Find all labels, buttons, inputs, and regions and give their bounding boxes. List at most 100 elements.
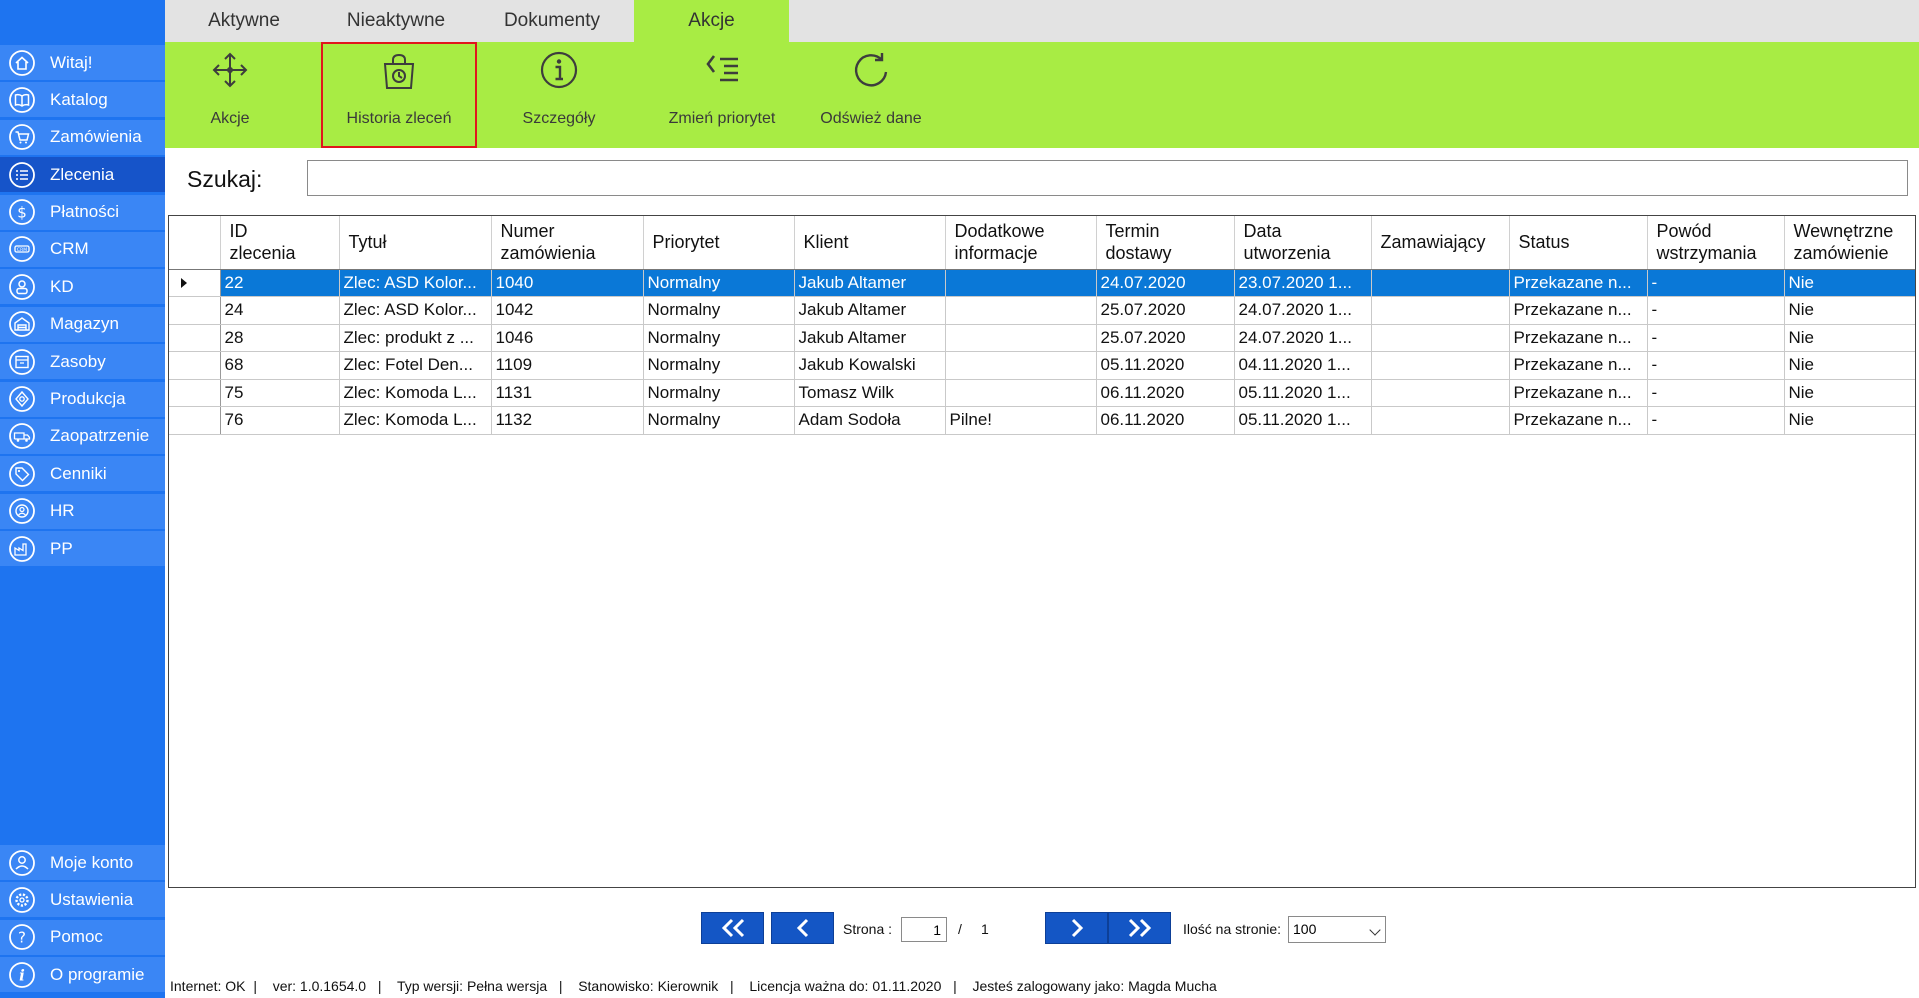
table-cell[interactable]: 68 [220,351,340,380]
table-cell[interactable]: 75 [220,379,340,407]
table-cell[interactable]: 25.07.2020 [1096,324,1235,352]
table-cell[interactable]: Zlec: ASD Kolor... [339,296,492,325]
table-cell[interactable] [1371,379,1510,407]
historia-zlecen-button[interactable]: Historia zleceń [321,42,477,148]
table-cell[interactable]: 06.11.2020 [1096,406,1235,435]
table-cell[interactable]: 24.07.2020 [1096,269,1235,297]
table-cell[interactable]: Normalny [643,351,795,380]
sidebar-item-witaj[interactable]: Witaj! [0,45,165,80]
sidebar-item-ustawienia[interactable]: Ustawienia [0,882,165,918]
row-header[interactable] [169,351,221,380]
table-cell[interactable]: Tomasz Wilk [794,379,946,407]
table-cell[interactable]: 22 [220,269,340,297]
sidebar-item-pp[interactable]: PP [0,531,165,567]
sidebar-item-crm[interactable]: CRM CRM [0,231,165,267]
table-cell[interactable]: 76 [220,406,340,435]
column-header[interactable]: Dodatkowe informacje [945,216,1097,270]
table-cell[interactable] [945,351,1097,380]
table-cell[interactable]: - [1647,324,1785,352]
sidebar-item-o-programie[interactable]: i O programie [0,957,165,993]
table-cell[interactable] [1371,296,1510,325]
column-header[interactable]: ID zlecenia [220,216,340,270]
table-cell[interactable]: Nie [1784,269,1915,297]
table-cell[interactable]: Przekazane n... [1509,296,1648,325]
table-cell[interactable]: 24.07.2020 1... [1234,296,1372,325]
table-cell[interactable]: Jakub Altamer [794,269,946,297]
table-cell[interactable] [945,269,1097,297]
column-header[interactable]: Powód wstrzymania [1647,216,1785,270]
table-cell[interactable]: Normalny [643,296,795,325]
table-cell[interactable]: - [1647,406,1785,435]
row-header[interactable] [169,296,221,325]
table-cell[interactable]: 23.07.2020 1... [1234,269,1372,297]
table-cell[interactable]: Nie [1784,324,1915,352]
column-header[interactable]: Zamawiający [1371,216,1510,270]
column-header[interactable]: Tytuł [339,216,492,270]
sidebar-item-produkcja[interactable]: Produkcja [0,381,165,417]
table-cell[interactable]: Przekazane n... [1509,324,1648,352]
table-cell[interactable]: Nie [1784,379,1915,407]
table-cell[interactable]: Nie [1784,351,1915,380]
table-cell[interactable]: Przekazane n... [1509,351,1648,380]
table-cell[interactable]: Adam Sodoła [794,406,946,435]
orders-grid[interactable]: ID zlecenia Tytuł Numer zamówienia Prioryte… [168,215,1916,888]
first-page-button[interactable] [701,912,764,944]
table-cell[interactable]: - [1647,296,1785,325]
column-header[interactable]: Numer zamówienia [491,216,644,270]
table-cell[interactable]: 1040 [491,269,644,297]
table-cell[interactable] [945,296,1097,325]
table-cell[interactable]: Normalny [643,269,795,297]
table-cell[interactable] [945,324,1097,352]
row-header[interactable] [169,379,221,407]
tab-akcje[interactable]: Akcje [634,0,789,42]
sidebar-item-kd[interactable]: KD [0,269,165,305]
zmien-priorytet-button[interactable]: Zmień priorytet [640,42,804,148]
table-cell[interactable]: - [1647,269,1785,297]
table-cell[interactable] [945,379,1097,407]
table-cell[interactable]: Przekazane n... [1509,269,1648,297]
sidebar-item-zasoby[interactable]: Zasoby [0,344,165,380]
table-cell[interactable]: 28 [220,324,340,352]
table-row[interactable]: 28 Zlec: produkt z ... 1046 Normalny Jakub A… [169,324,1915,352]
sidebar-item-katalog[interactable]: Katalog [0,82,165,118]
row-header[interactable] [169,269,221,297]
table-cell[interactable]: Zlec: Komoda L... [339,406,492,435]
sidebar-item-zamowienia[interactable]: Zamówienia [0,119,165,155]
table-cell[interactable]: Pilne! [945,406,1097,435]
tab-aktywne[interactable]: Aktywne [170,0,318,42]
column-header[interactable]: Klient [794,216,946,270]
table-cell[interactable]: 05.11.2020 1... [1234,406,1372,435]
table-cell[interactable]: Przekazane n... [1509,379,1648,407]
table-cell[interactable] [1371,351,1510,380]
table-cell[interactable]: - [1647,351,1785,380]
page-number-input[interactable] [901,917,947,942]
table-cell[interactable]: 1042 [491,296,644,325]
table-cell[interactable]: 1131 [491,379,644,407]
table-cell[interactable]: 1109 [491,351,644,380]
table-row[interactable]: 22 Zlec: ASD Kolor... 1040 Normalny Jakub Al… [169,269,1915,297]
column-header[interactable]: Status [1509,216,1648,270]
previous-page-button[interactable] [771,912,834,944]
table-cell[interactable]: Normalny [643,379,795,407]
table-cell[interactable]: 1132 [491,406,644,435]
column-header[interactable]: Wewnętrzne zamówienie [1784,216,1915,270]
search-input[interactable] [307,160,1908,196]
tab-nieaktywne[interactable]: Nieaktywne [318,0,474,42]
sidebar-item-magazyn[interactable]: Magazyn [0,306,165,342]
table-cell[interactable]: Przekazane n... [1509,406,1648,435]
sidebar-item-cenniki[interactable]: Cenniki [0,456,165,492]
sidebar-item-zlecenia[interactable]: Zlecenia [0,157,165,193]
per-page-select[interactable]: 100 [1288,916,1386,943]
szczegoly-button[interactable]: Szczegóły [499,42,619,148]
column-header[interactable]: Data utworzenia [1234,216,1372,270]
table-cell[interactable] [1371,324,1510,352]
table-cell[interactable]: Zlec: Fotel Den... [339,351,492,380]
table-row[interactable]: 75 Zlec: Komoda L... 1131 Normalny Tomasz Wi… [169,379,1915,407]
table-cell[interactable]: Jakub Altamer [794,324,946,352]
row-header[interactable] [169,406,221,435]
table-cell[interactable]: 24.07.2020 1... [1234,324,1372,352]
table-cell[interactable]: Jakub Altamer [794,296,946,325]
table-cell[interactable]: 06.11.2020 [1096,379,1235,407]
next-page-button[interactable] [1045,912,1108,944]
sidebar-item-platnosci[interactable]: $ Płatności [0,194,165,230]
